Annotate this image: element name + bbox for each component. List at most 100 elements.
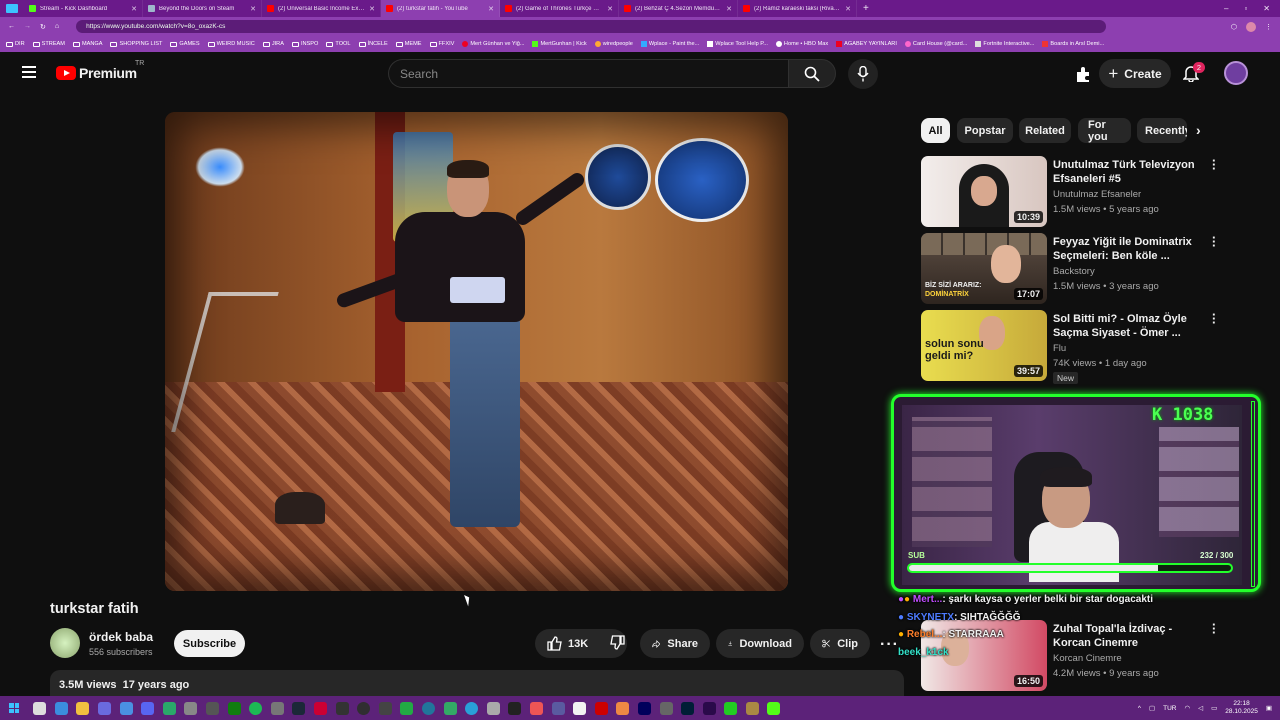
recommendation-title[interactable]: Unutulmaz Türk Televizyon Efsaneleri #5 xyxy=(1053,158,1213,186)
bookmark-item[interactable]: SHOPPING LIST xyxy=(110,41,162,47)
voice-search-button[interactable] xyxy=(848,59,878,89)
youtube-premium-logo[interactable]: Premium TR xyxy=(56,60,144,81)
app-icon[interactable] xyxy=(184,701,198,715)
bookmark-item[interactable]: İNCELE xyxy=(358,41,388,47)
discord-icon[interactable] xyxy=(141,701,155,715)
app-icon[interactable] xyxy=(573,701,587,715)
browser-tab-active[interactable]: (2) turkstar fatih - YouTube ✕ xyxy=(381,0,500,17)
obs-icon[interactable] xyxy=(357,701,371,715)
app-icon[interactable] xyxy=(335,701,349,715)
browser-tab[interactable]: (2) Universal Basic Income Explai... ✕ xyxy=(262,0,381,17)
browser-tab[interactable]: Stream - Kick Dashboard ✕ xyxy=(24,0,143,17)
subscribe-button[interactable]: Subscribe xyxy=(174,630,245,657)
close-icon[interactable]: ✕ xyxy=(250,5,256,13)
chevron-right-icon[interactable]: › xyxy=(1196,122,1201,138)
dislike-button[interactable] xyxy=(610,634,625,653)
bookmark-item[interactable]: JIRA xyxy=(262,41,284,47)
browser-menu-icon[interactable] xyxy=(6,4,18,13)
new-tab-icon[interactable]: + xyxy=(863,3,869,14)
recommendation-channel[interactable]: Flu xyxy=(1053,343,1066,354)
video-thumbnail[interactable]: 10:39 xyxy=(921,156,1047,227)
back-icon[interactable]: ← xyxy=(8,23,15,30)
bookmark-item[interactable]: Wplace - Paint the... xyxy=(640,41,699,47)
bookmark-item[interactable]: MertGunhan | Kick xyxy=(532,41,587,47)
extensions-icon[interactable]: ⬡ xyxy=(1231,23,1237,31)
share-button[interactable]: Share xyxy=(640,629,710,658)
video-thumbnail[interactable]: BİZ SİZİ ARARIZ: DOMİNATRİX 17:07 xyxy=(921,233,1047,304)
app-icon[interactable] xyxy=(724,701,738,715)
app-icon[interactable] xyxy=(314,701,328,715)
recommendation-channel[interactable]: Backstory xyxy=(1053,266,1095,277)
file-explorer-icon[interactable] xyxy=(76,701,90,715)
bookmark-item[interactable]: Wplace Tool Help P... xyxy=(707,41,768,47)
audition-icon[interactable] xyxy=(637,701,651,715)
download-button[interactable]: Download xyxy=(716,629,804,658)
chip-popstar[interactable]: Popstar xyxy=(957,118,1013,143)
bookmark-item[interactable]: DIR xyxy=(6,41,25,47)
steam-icon[interactable] xyxy=(292,701,306,715)
premiere-icon[interactable] xyxy=(702,701,716,715)
bookmark-item[interactable]: Home • HBO Max xyxy=(775,41,828,47)
kick-icon[interactable] xyxy=(767,701,781,715)
more-vert-icon[interactable]: · · · xyxy=(1212,308,1216,329)
app-icon[interactable] xyxy=(508,701,522,715)
bookmark-item[interactable]: GAMES xyxy=(170,41,200,47)
profile-icon[interactable] xyxy=(1246,21,1256,32)
bookmark-item[interactable]: Card House (@card... xyxy=(904,41,967,47)
close-icon[interactable]: ✕ xyxy=(131,5,137,13)
app-icon[interactable] xyxy=(529,701,543,715)
close-icon[interactable]: ✕ xyxy=(845,5,851,13)
clip-button[interactable]: Clip xyxy=(810,629,870,658)
chrome-icon[interactable] xyxy=(162,701,176,715)
recommendation-channel[interactable]: Unutulmaz Efsaneler xyxy=(1053,189,1141,200)
extension-puzzle-icon[interactable] xyxy=(1075,66,1092,88)
browser-tab[interactable]: Beyond the Doors on Steam ✕ xyxy=(143,0,262,17)
wifi-icon[interactable]: ◠ xyxy=(1184,704,1190,712)
chip-all[interactable]: All xyxy=(921,118,950,143)
bookmark-item[interactable]: INSPO xyxy=(291,41,318,47)
system-clock[interactable]: 22:18 28.10.2025 xyxy=(1225,700,1258,716)
minimize-icon[interactable]: – xyxy=(1224,4,1228,13)
more-vert-icon[interactable]: · · · xyxy=(1212,618,1216,639)
spotify-icon[interactable] xyxy=(249,701,263,715)
maximize-icon[interactable]: ▫ xyxy=(1244,4,1247,13)
bookmark-item[interactable]: MANGA xyxy=(72,41,102,47)
windows-start-icon[interactable] xyxy=(9,703,19,713)
widgets-icon[interactable] xyxy=(54,701,68,715)
notification-center-icon[interactable]: ▣ xyxy=(1266,704,1272,712)
battery-icon[interactable]: ▭ xyxy=(1211,704,1217,712)
more-actions-icon[interactable]: ··· xyxy=(880,636,899,654)
search-taskbar-icon[interactable] xyxy=(33,701,47,715)
close-icon[interactable]: ✕ xyxy=(488,5,494,13)
app-icon[interactable] xyxy=(206,701,220,715)
browser-tab[interactable]: (2) Behzat Ç 4.Sezon Memduh Ba... ✕ xyxy=(619,0,738,17)
volume-icon[interactable]: ◁ xyxy=(1198,704,1203,712)
recommendation-title[interactable]: Zuhal Topal'la İzdivaç - Korcan Cinemre xyxy=(1053,622,1213,650)
close-icon[interactable]: ✕ xyxy=(369,5,375,13)
xbox-icon[interactable] xyxy=(227,701,241,715)
recommendation-title[interactable]: Feyyaz Yiğit ile Dominatrix Seçmeleri: B… xyxy=(1053,235,1213,263)
browser-menu-dots-icon[interactable]: ⋮ xyxy=(1265,23,1280,31)
close-icon[interactable]: ✕ xyxy=(607,5,613,13)
search-input[interactable]: Search xyxy=(388,59,788,88)
chip-for-you[interactable]: For you xyxy=(1078,118,1131,143)
forward-icon[interactable]: → xyxy=(24,23,31,30)
wordpress-icon[interactable] xyxy=(421,701,435,715)
create-button[interactable]: + Create xyxy=(1099,59,1171,88)
bookmark-item[interactable]: MEME xyxy=(395,41,422,47)
search-button[interactable] xyxy=(788,59,836,88)
bookmark-item[interactable]: STREAM xyxy=(32,41,65,47)
app-icon[interactable] xyxy=(443,701,457,715)
browser-tab[interactable]: (2) Game of Thrones Türkçe Dubl... ✕ xyxy=(500,0,619,17)
app-icon[interactable] xyxy=(551,701,565,715)
like-button[interactable]: 13K xyxy=(547,636,588,651)
bookmark-item[interactable]: TOOL xyxy=(326,41,351,47)
app-icon[interactable] xyxy=(400,701,414,715)
video-player[interactable] xyxy=(165,112,788,591)
bookmark-item[interactable]: WEIRD MUSIC xyxy=(207,41,255,47)
recommendation-item[interactable]: BİZ SİZİ ARARIZ: DOMİNATRİX 17:07 Feyyaz… xyxy=(921,231,1261,305)
app-icon[interactable] xyxy=(616,701,630,715)
home-icon[interactable]: ⌂ xyxy=(55,23,59,30)
app-icon[interactable] xyxy=(594,701,608,715)
close-icon[interactable]: ✕ xyxy=(726,5,732,13)
